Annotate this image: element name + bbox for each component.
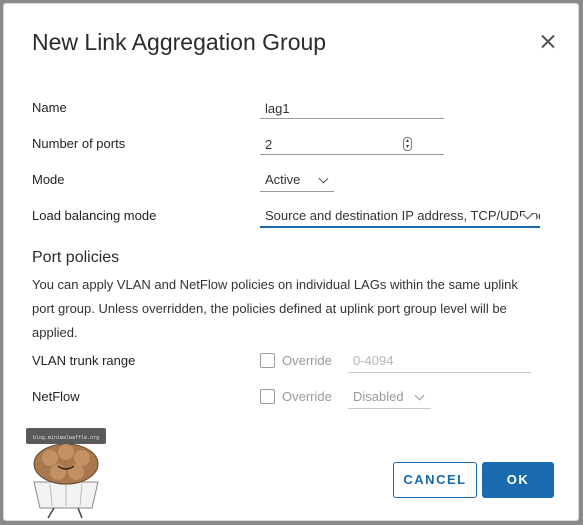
port-policies-description: You can apply VLAN and NetFlow policies … — [32, 277, 518, 340]
watermark-text: blog.minimalwaffle.org — [33, 435, 99, 441]
cancel-button[interactable]: CANCEL — [393, 462, 477, 498]
ports-stepper[interactable] — [260, 135, 444, 155]
netflow-select[interactable]: Disabled — [348, 387, 431, 409]
vlan-range-input[interactable]: 0-4094 — [348, 351, 531, 373]
netflow-label: NetFlow — [32, 389, 80, 404]
new-lag-dialog: New Link Aggregation Group Name Number o… — [3, 3, 579, 521]
lb-mode-value: Source and destination IP address, TCP/U… — [265, 208, 540, 223]
netflow-override-label: Override — [282, 389, 332, 404]
chevron-down-icon — [318, 173, 329, 184]
chevron-down-icon — [414, 390, 425, 401]
mode-value: Active — [265, 172, 301, 187]
port-policies-title: Port policies — [32, 249, 120, 266]
ports-label: Number of ports — [32, 136, 126, 151]
dialog-title: New Link Aggregation Group — [32, 29, 327, 55]
close-icon[interactable] — [537, 31, 559, 53]
mode-label: Mode — [32, 172, 65, 187]
vlan-override-checkbox[interactable] — [260, 353, 275, 368]
lb-label: Load balancing mode — [32, 208, 157, 223]
waffle-mascot-logo: blog.minimalwaffle.org — [26, 428, 106, 519]
name-field[interactable] — [260, 99, 444, 119]
netflow-value: Disabled — [353, 389, 404, 404]
name-label: Name — [32, 100, 67, 115]
netflow-override-checkbox[interactable] — [260, 389, 275, 404]
lb-mode-select[interactable]: Source and destination IP address, TCP/U… — [260, 206, 540, 228]
spinner-icon[interactable]: ▴ ▾ — [403, 137, 412, 151]
vlan-override-label: Override — [282, 353, 332, 368]
ok-button[interactable]: OK — [482, 462, 554, 498]
vlan-label: VLAN trunk range — [32, 353, 136, 368]
mode-select[interactable]: Active — [260, 170, 334, 192]
